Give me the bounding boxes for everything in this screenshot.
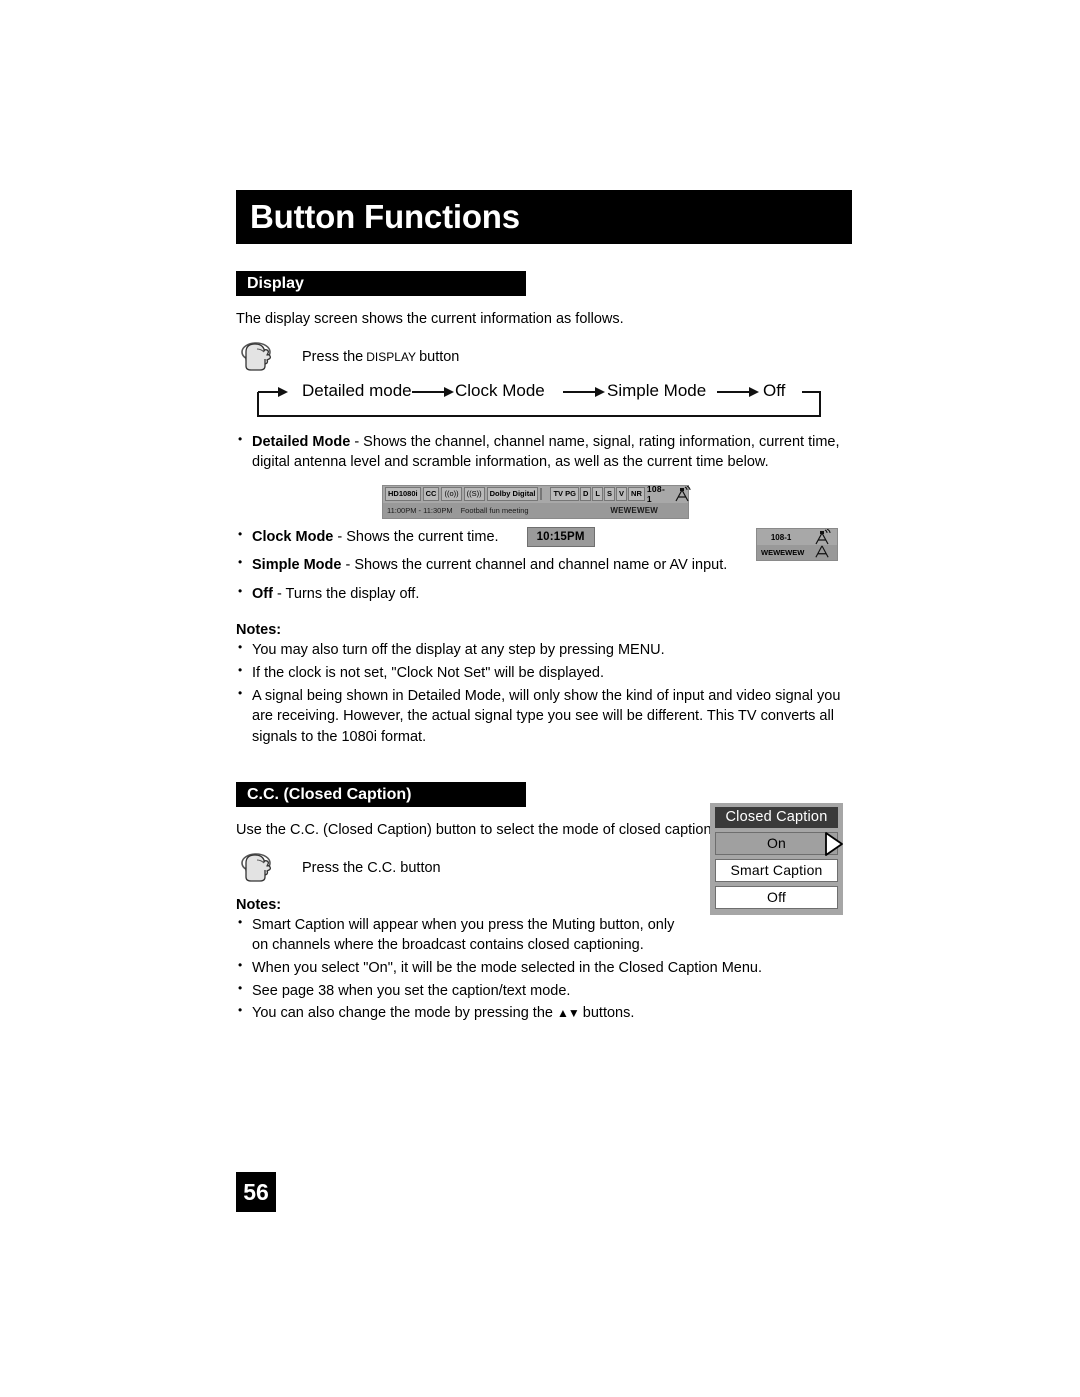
- osd-time-range: 11:00PM - 11:30PM: [387, 505, 453, 515]
- list-item-note: A signal being shown in Detailed Mode, w…: [236, 685, 852, 748]
- page-number-badge: 56: [236, 1172, 276, 1212]
- flow-label-off: Off: [763, 380, 786, 400]
- mode-name-simple: Simple Mode: [252, 557, 342, 574]
- display-mode-flow-diagram: Detailed mode Clock Mode Simple Mode Off: [236, 376, 852, 424]
- cc-menu-item-on[interactable]: On: [715, 832, 838, 855]
- osd-top-row: HD1080i CC ((o)) ((S)) Dolby Digital TV …: [383, 484, 691, 505]
- list-item-detailed-mode: Detailed Mode - Shows the channel, chann…: [236, 431, 852, 473]
- hand-press-icon: [236, 340, 278, 374]
- list-item-note: You may also turn off the display at any…: [236, 639, 852, 661]
- note-updown-suffix: buttons.: [582, 1005, 635, 1022]
- osd-chip-l: L: [592, 487, 603, 501]
- display-notes-list: You may also turn off the display at any…: [236, 639, 852, 748]
- list-item-off-mode: Off - Turns the display off.: [236, 583, 852, 605]
- osd-simple-graphic: 108-1 WEWEWEW: [756, 528, 838, 561]
- osd-chip-dolby-digital: Dolby Digital: [486, 487, 539, 501]
- page-title: Button Functions: [236, 190, 852, 244]
- note-updown-text: You can also change the mode by pressing…: [252, 1005, 553, 1022]
- press-suffix: button: [419, 349, 460, 366]
- cc-menu-item-off[interactable]: Off: [715, 886, 838, 909]
- osd-rating-chips: TV PG D L S V NR: [550, 487, 645, 501]
- antenna-signal-icon: [811, 528, 833, 545]
- display-notes-title: Notes:: [236, 622, 282, 639]
- flow-label-detailed-mode: Detailed mode: [302, 380, 412, 400]
- osd-chip-hd1080i: HD1080i: [385, 487, 421, 501]
- press-prefix: Press the: [302, 349, 364, 366]
- mode-desc-off: - Turns the display off.: [272, 585, 420, 602]
- osd-station-name: WEWEWEW: [610, 505, 658, 515]
- display-intro-text: The display screen shows the current inf…: [236, 311, 624, 327]
- up-down-arrows-icon: ▲▼: [556, 1006, 580, 1021]
- antenna-signal-icon: [671, 485, 693, 502]
- hand-press-icon: [236, 851, 278, 885]
- mode-desc-clock: - Shows the current time.: [333, 528, 499, 545]
- osd-chip-audio-icon: ((o)): [441, 487, 462, 501]
- osd-detailed-graphic: HD1080i CC ((o)) ((S)) Dolby Digital TV …: [382, 484, 691, 519]
- osd-chip-cc: CC: [422, 487, 440, 501]
- list-item-note: Smart Caption will appear when you press…: [236, 914, 691, 956]
- cursor-arrow-icon: [822, 829, 848, 859]
- press-display-label: Press the Display button: [302, 347, 459, 366]
- list-item-note: You can also change the mode by pressing…: [236, 1002, 852, 1024]
- mode-desc-simple: - Shows the current channel and channel …: [341, 557, 728, 574]
- osd-program-name: Football fun meeting: [460, 505, 529, 515]
- osd-chip-nr: NR: [628, 487, 645, 501]
- antenna-tower-icon: [811, 545, 833, 561]
- section-header-display: Display: [236, 271, 526, 296]
- flow-label-simple-mode: Simple Mode: [607, 380, 707, 400]
- list-item-note: When you select "On", it will be the mod…: [236, 957, 852, 979]
- closed-caption-menu: Closed Caption On Smart Caption Off: [710, 803, 843, 915]
- mode-name-off: Off: [252, 585, 273, 602]
- cc-notes-list: Smart Caption will appear when you press…: [236, 914, 852, 1024]
- osd-simple-top-row: 108-1: [757, 528, 837, 545]
- mode-name-detailed: Detailed Mode: [252, 433, 351, 450]
- press-display-row: Press the Display button: [236, 340, 852, 374]
- osd-bottom-row: 11:00PM - 11:30PM Football fun meeting W…: [383, 502, 688, 518]
- list-item-note: If the clock is not set, "Clock Not Set"…: [236, 662, 852, 684]
- display-modes-list: Detailed Mode - Shows the channel, chann…: [236, 431, 852, 473]
- osd-chip-blank: [540, 488, 543, 501]
- flow-label-clock-mode: Clock Mode: [455, 380, 545, 400]
- osd-simple-station: WEWEWEW: [761, 548, 805, 557]
- list-item-note: See page 38 when you set the caption/tex…: [236, 980, 852, 1002]
- osd-chip-d: D: [579, 487, 592, 501]
- cc-menu-title: Closed Caption: [715, 807, 838, 828]
- display-key-name: Display: [366, 347, 417, 366]
- section-header-closed-caption: C.C. (Closed Caption): [236, 782, 526, 808]
- osd-chip-tvpg: TV PG: [550, 487, 579, 501]
- osd-chip-s: S: [604, 487, 616, 501]
- osd-channel-number: 108-1: [646, 484, 666, 505]
- osd-simple-channel: 108-1: [770, 532, 792, 542]
- osd-chip-scramble-icon: ((S)): [463, 487, 485, 501]
- cc-menu-item-smart-caption[interactable]: Smart Caption: [715, 859, 838, 882]
- mode-name-clock: Clock Mode: [252, 528, 334, 545]
- osd-clock-badge: 10:15PM: [526, 526, 595, 548]
- osd-simple-bottom-row: WEWEWEW: [757, 545, 837, 560]
- osd-chip-v: V: [616, 487, 628, 501]
- press-cc-label: Press the C.C. button: [302, 859, 441, 876]
